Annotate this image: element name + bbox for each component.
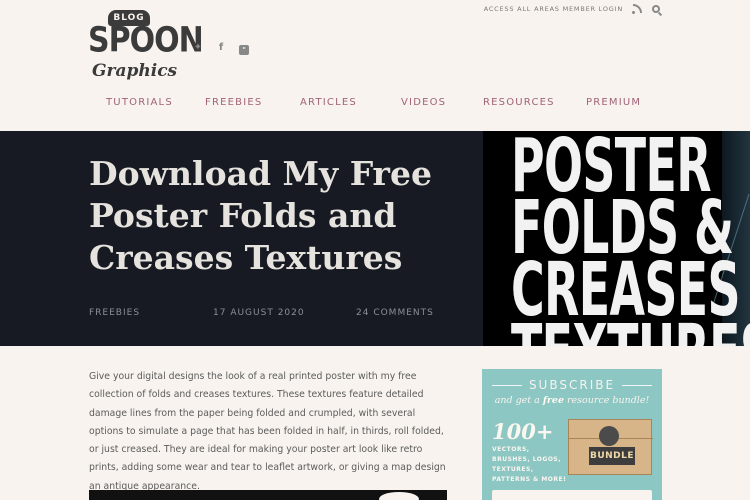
twitter-icon[interactable]: ✦ bbox=[193, 43, 203, 53]
rss-icon[interactable] bbox=[632, 4, 642, 14]
crate-logo bbox=[599, 426, 619, 446]
top-bar: ACCESS ALL AREAS MEMBER LOGIN bbox=[484, 4, 660, 14]
nav-tutorials[interactable]: TUTORIALS bbox=[106, 97, 173, 108]
subtitle-part: resource bundle! bbox=[564, 395, 650, 406]
bundle-assets: VECTORS, BRUSHES, LOGOS, TEXTURES, PATTE… bbox=[492, 446, 567, 483]
nav-articles[interactable]: ARTICLES bbox=[300, 97, 357, 108]
nav-videos[interactable]: VIDEOS bbox=[401, 97, 446, 108]
main-nav: TUTORIALS FREEBIES ARTICLES VIDEOS RESOU… bbox=[0, 97, 750, 111]
nav-resources[interactable]: RESOURCES bbox=[483, 97, 555, 108]
member-login-link[interactable]: ACCESS ALL AREAS MEMBER LOGIN bbox=[484, 5, 623, 13]
article-intro: Give your digital designs the look of a … bbox=[89, 371, 446, 492]
article-title: Download My Free Poster Folds and Crease… bbox=[89, 154, 432, 277]
facebook-icon[interactable]: f bbox=[216, 43, 226, 53]
poster-line: TEXTURES bbox=[511, 309, 750, 346]
logo-tagline: Graphics bbox=[92, 61, 178, 81]
article-date: 17 AUGUST 2020 bbox=[213, 308, 305, 318]
nav-premium[interactable]: PREMIUM bbox=[586, 97, 641, 108]
nav-freebies[interactable]: FREEBIES bbox=[205, 97, 262, 108]
social-links: ✦ f bbox=[193, 43, 249, 55]
bundle-crate-image: BUNDLE bbox=[568, 419, 653, 475]
article-comments[interactable]: 24 COMMENTS bbox=[356, 308, 434, 318]
article-category[interactable]: FREEBIES bbox=[89, 308, 140, 318]
article-hero: Download My Free Poster Folds and Crease… bbox=[0, 131, 750, 346]
subscribe-subtitle: and get a free resource bundle! bbox=[482, 395, 662, 406]
subscribe-widget: SUBSCRIBE and get a free resource bundle… bbox=[482, 369, 662, 500]
video-embed[interactable] bbox=[89, 490, 447, 500]
subtitle-part: and get a bbox=[494, 395, 543, 406]
logo-wordmark: SPOON bbox=[88, 20, 204, 61]
divider bbox=[622, 385, 652, 386]
site-logo[interactable]: BLOG SPOON Graphics bbox=[88, 10, 204, 86]
subtitle-free: free bbox=[542, 395, 564, 406]
poster-preview-image: POSTER FOLDS & CREASES TEXTURES bbox=[483, 131, 750, 346]
bundle-label: BUNDLE bbox=[589, 447, 635, 465]
email-field[interactable] bbox=[492, 490, 652, 500]
youtube-icon[interactable] bbox=[239, 45, 249, 55]
bundle-count: 100+ bbox=[492, 419, 554, 444]
search-icon[interactable] bbox=[652, 4, 660, 13]
